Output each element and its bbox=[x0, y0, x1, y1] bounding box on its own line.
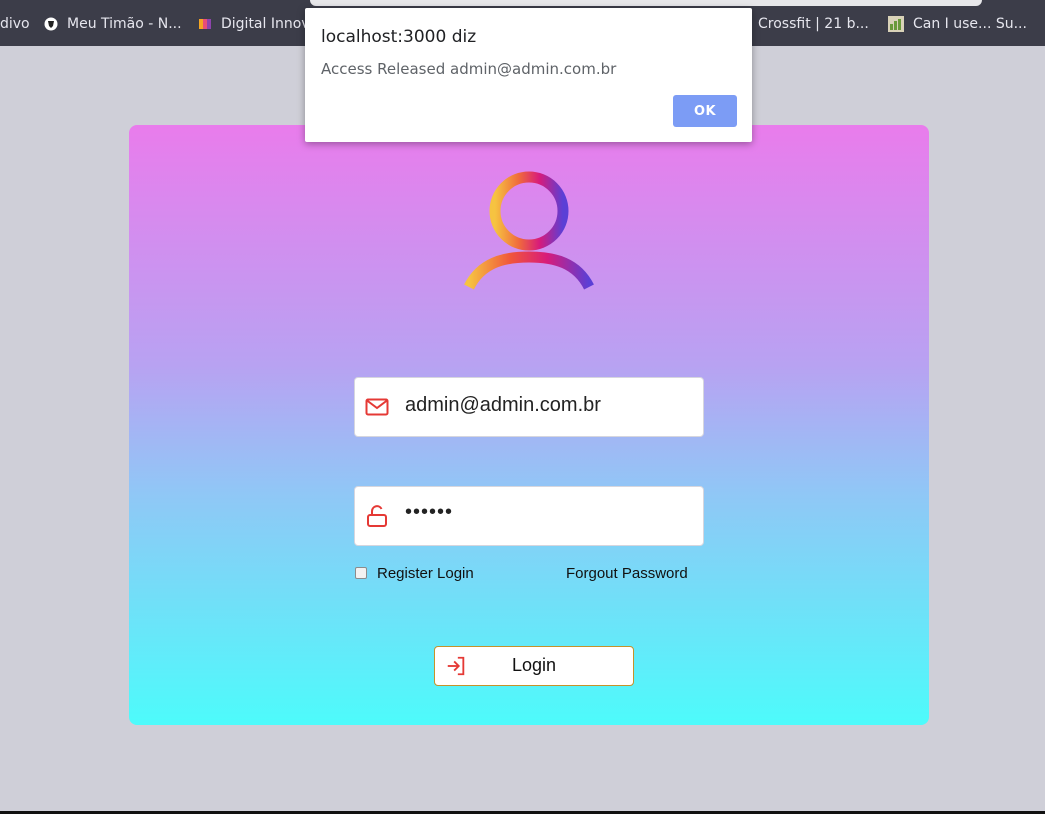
login-options: Register Login Forgout Password bbox=[354, 565, 709, 585]
bookmark-crossfit[interactable]: Crossfit | 21 b... bbox=[758, 14, 869, 34]
address-bar-edge bbox=[310, 0, 982, 6]
email-field[interactable]: admin@admin.com.br bbox=[354, 377, 704, 437]
password-field[interactable]: •••••• bbox=[354, 486, 704, 546]
dialog-message: Access Released admin@admin.com.br bbox=[321, 60, 617, 78]
bookmark-label: Meu Timão - N... bbox=[67, 16, 182, 32]
dialog-title: localhost:3000 diz bbox=[321, 27, 477, 47]
caniuse-icon bbox=[888, 16, 904, 32]
forgot-password-link[interactable]: Forgout Password bbox=[566, 565, 688, 582]
bookmark-label: Crossfit | 21 b... bbox=[758, 16, 869, 32]
email-value: admin@admin.com.br bbox=[405, 394, 601, 416]
bookmark-digital-innovation[interactable]: Digital Innov bbox=[198, 14, 310, 34]
bookmark-label: divo bbox=[0, 16, 30, 32]
remember-checkbox[interactable] bbox=[355, 567, 367, 579]
mail-icon bbox=[365, 398, 389, 416]
bookmark-meu-timao[interactable]: Meu Timão - N... bbox=[44, 14, 182, 34]
team-crest-icon bbox=[44, 17, 58, 31]
user-avatar-icon bbox=[464, 171, 594, 290]
login-button-label: Login bbox=[511, 655, 557, 675]
bookmark-label: Can I use... Su... bbox=[913, 16, 1027, 32]
bookmark-label: Digital Innov bbox=[221, 16, 310, 32]
password-value: •••••• bbox=[405, 501, 454, 523]
login-card: admin@admin.com.br •••••• Register Login… bbox=[129, 125, 929, 725]
unlock-icon bbox=[367, 505, 387, 527]
dialog-ok-button[interactable]: OK bbox=[673, 95, 737, 127]
dio-icon bbox=[198, 17, 212, 31]
bookmark-caniuse[interactable]: Can I use... Su... bbox=[888, 14, 1027, 34]
remember-label[interactable]: Register Login bbox=[377, 565, 474, 582]
alert-dialog: localhost:3000 diz Access Released admin… bbox=[305, 8, 752, 142]
login-button[interactable]: Login bbox=[434, 646, 634, 686]
bookmark-divo[interactable]: divo bbox=[0, 14, 30, 34]
